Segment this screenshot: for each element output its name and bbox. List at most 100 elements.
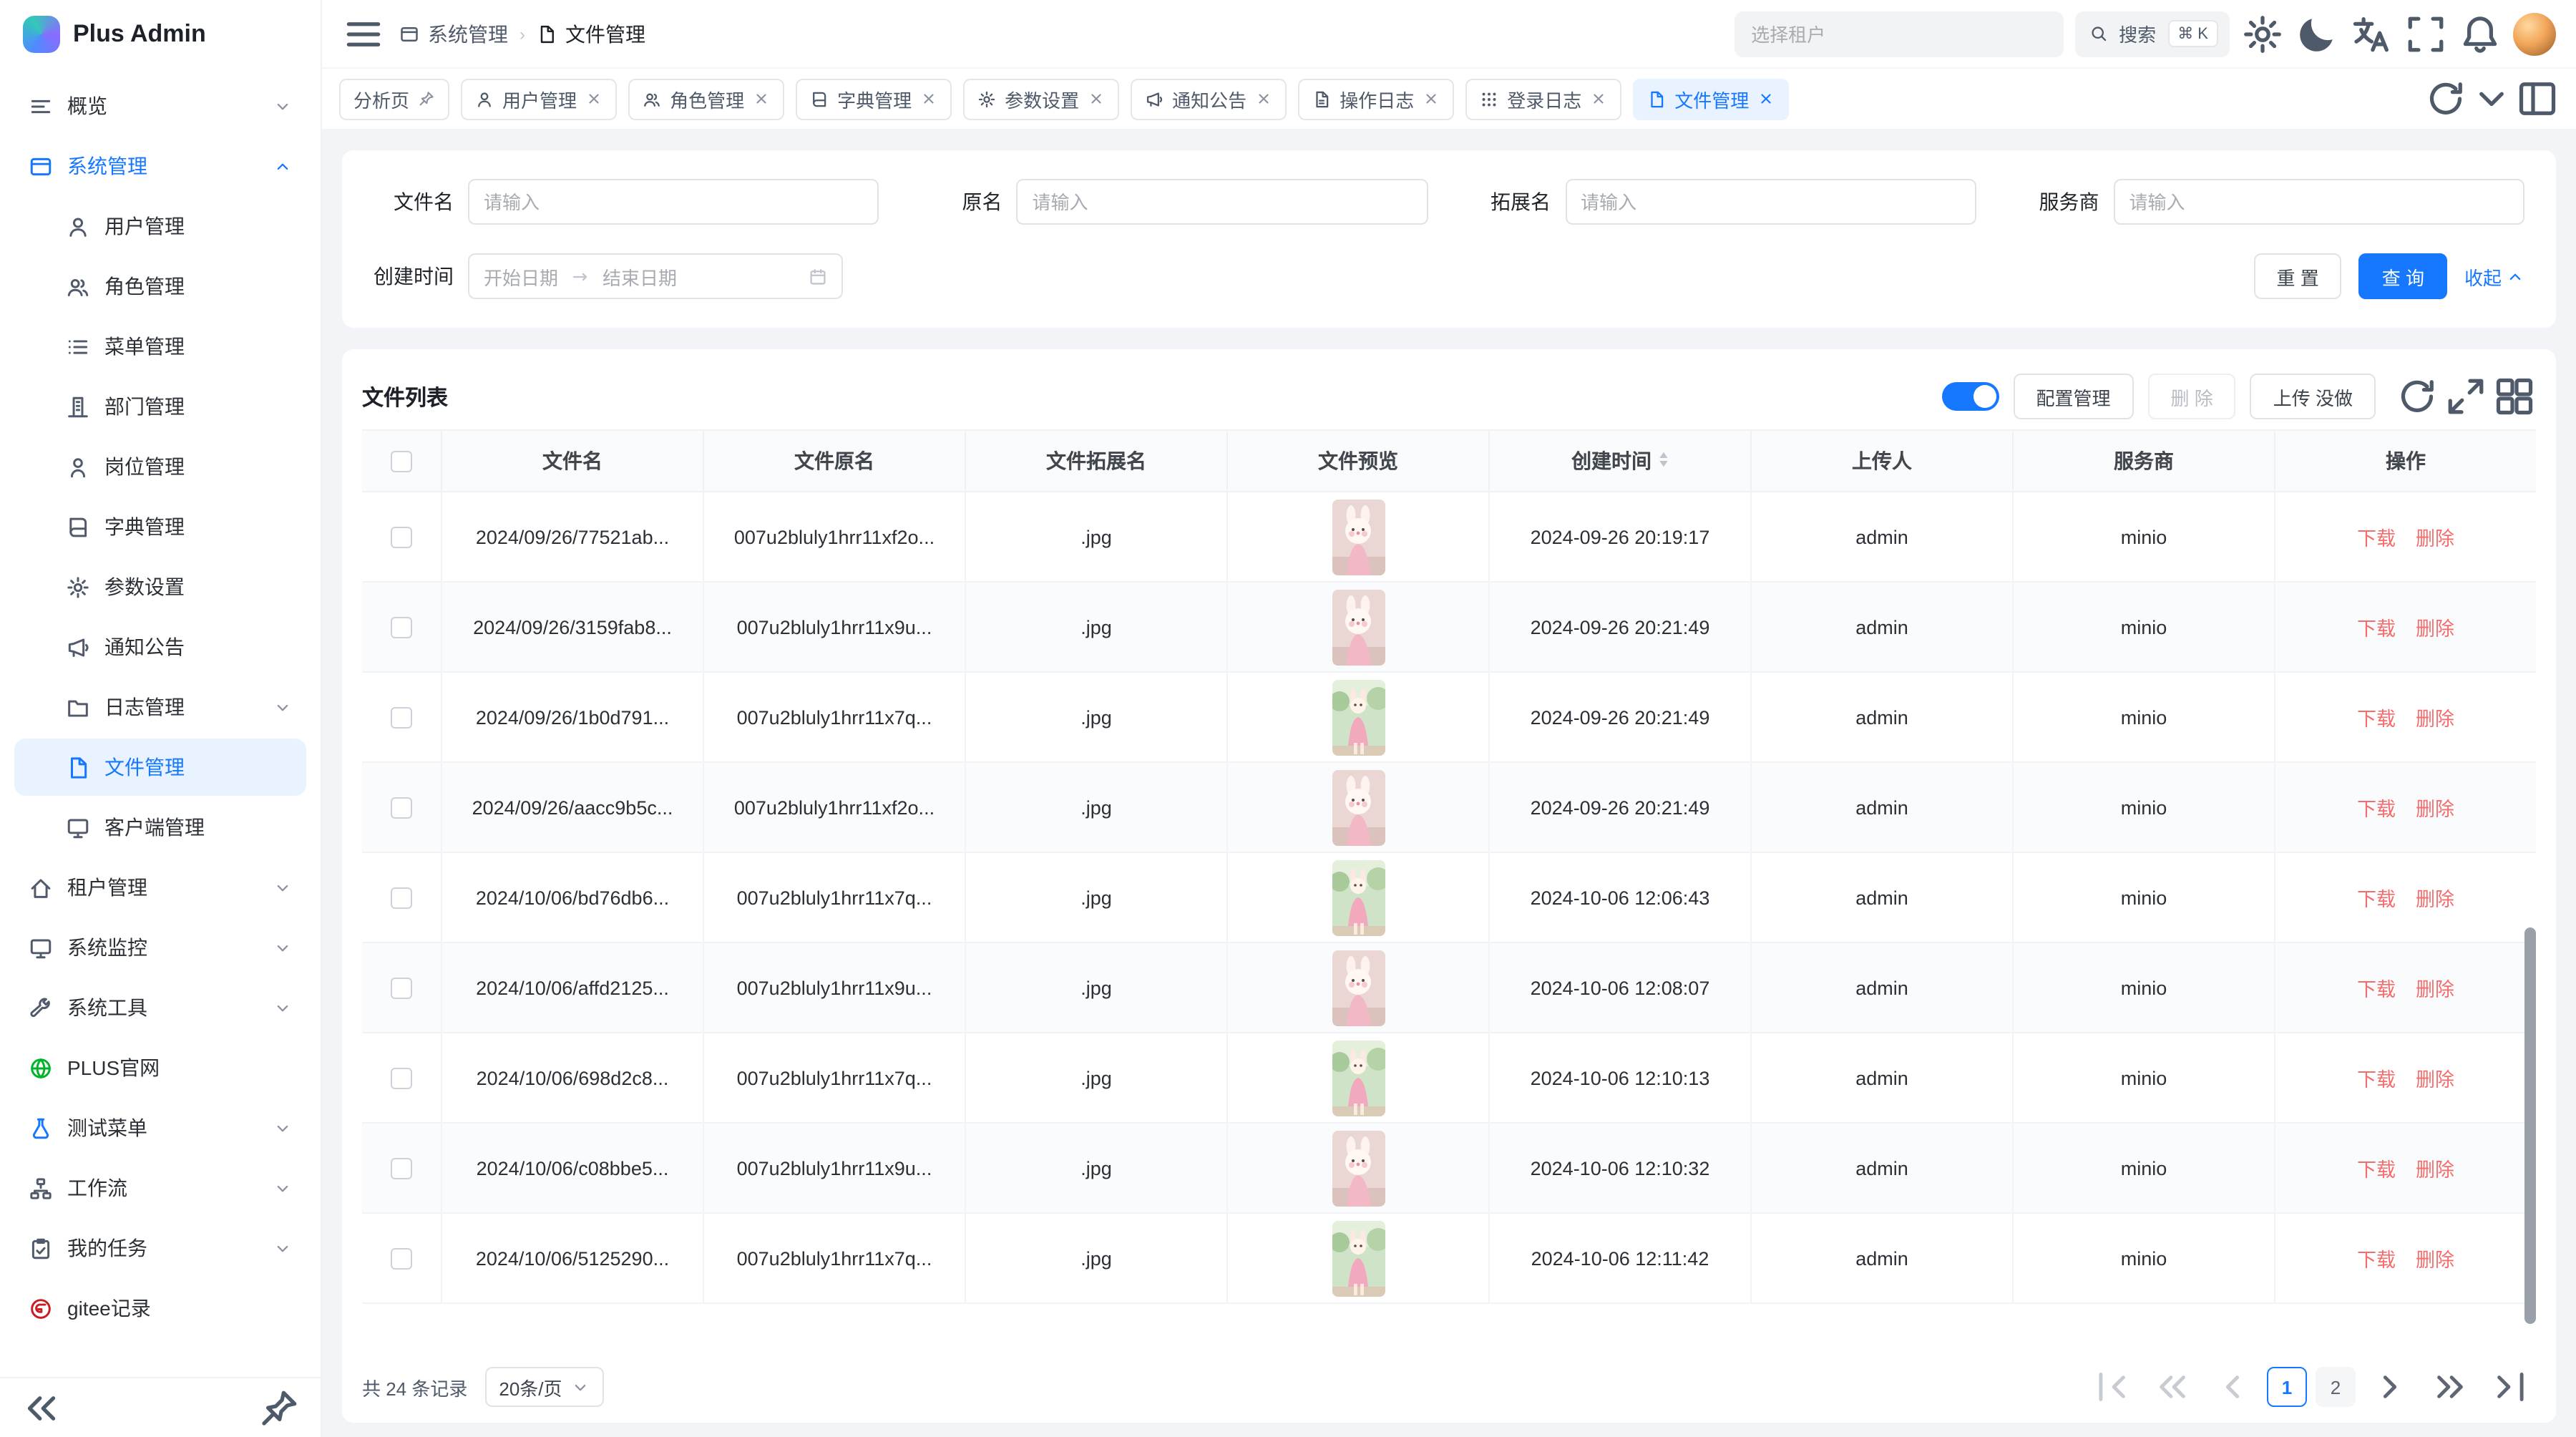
delete-button[interactable]: 删 除 [2148, 374, 2236, 419]
sidebar-item-systool[interactable]: 系统工具 [14, 979, 306, 1036]
sidebar-item-menu[interactable]: 菜单管理 [14, 318, 306, 375]
column-header-创建时间[interactable]: 创建时间▲▼ [1490, 431, 1752, 491]
row-checkbox[interactable] [391, 1067, 412, 1088]
table-row[interactable]: 2024/10/06/affd2125...007u2bluly1hrr11x9… [362, 943, 2536, 1033]
sidebar-item-testmenu[interactable]: 测试菜单 [14, 1099, 306, 1156]
tab-操作日志[interactable]: 操作日志 [1298, 78, 1454, 120]
preview-image[interactable] [1332, 950, 1385, 1026]
sidebar-collapse-button[interactable] [20, 1386, 63, 1429]
preview-image[interactable] [1332, 1220, 1385, 1296]
download-link[interactable]: 下载 [2357, 883, 2396, 912]
vertical-scrollbar-thumb[interactable] [2524, 927, 2536, 1324]
sidebar-item-dept[interactable]: 部门管理 [14, 378, 306, 435]
sidebar-item-gitee[interactable]: gitee记录 [14, 1280, 306, 1337]
download-link[interactable]: 下载 [2357, 1244, 2396, 1272]
tab-登录日志[interactable]: 登录日志 [1465, 78, 1621, 120]
tab-用户管理[interactable]: 用户管理 [461, 78, 617, 120]
list-toggle-switch[interactable] [1941, 382, 1999, 411]
config-management-button[interactable]: 配置管理 [2013, 374, 2133, 419]
settings-gear-icon[interactable] [2241, 12, 2284, 55]
row-checkbox[interactable] [391, 1157, 412, 1179]
date-range-picker[interactable]: 开始日期 结束日期 [468, 253, 843, 299]
pin-icon[interactable] [418, 90, 435, 107]
tabs-dropdown-icon[interactable] [2470, 77, 2513, 120]
close-tab-icon[interactable] [1255, 90, 1272, 107]
row-checkbox[interactable] [391, 887, 412, 908]
global-search-button[interactable]: 搜索 ⌘ K [2074, 11, 2230, 57]
row-checkbox[interactable] [391, 706, 412, 728]
sidebar-item-param[interactable]: 参数设置 [14, 558, 306, 615]
tab-参数设置[interactable]: 参数设置 [963, 78, 1119, 120]
row-checkbox[interactable] [391, 1247, 412, 1269]
collapse-filter-link[interactable]: 收起 [2464, 263, 2524, 290]
provider-input[interactable] [2114, 179, 2525, 225]
delete-link[interactable]: 删除 [2416, 522, 2454, 551]
expand-table-icon[interactable] [2444, 375, 2487, 418]
delete-link[interactable]: 删除 [2416, 1244, 2454, 1272]
table-row[interactable]: 2024/09/26/aacc9b5c...007u2bluly1hrr11xf… [362, 763, 2536, 853]
table-row[interactable]: 2024/09/26/77521ab...007u2bluly1hrr11xf2… [362, 492, 2536, 583]
page-button-1[interactable]: 1 [2267, 1367, 2307, 1407]
table-row[interactable]: 2024/10/06/698d2c8...007u2bluly1hrr11x7q… [362, 1033, 2536, 1124]
preview-image[interactable] [1332, 1040, 1385, 1116]
reset-button[interactable]: 重 置 [2253, 253, 2341, 299]
translate-icon[interactable] [2350, 12, 2393, 55]
preview-image[interactable] [1332, 499, 1385, 575]
hamburger-menu-icon[interactable] [342, 12, 385, 55]
sidebar-item-post[interactable]: 岗位管理 [14, 438, 306, 495]
row-checkbox[interactable] [391, 977, 412, 998]
download-link[interactable]: 下载 [2357, 1154, 2396, 1182]
query-button[interactable]: 查 询 [2359, 253, 2447, 299]
sidebar-item-sysmon[interactable]: 系统监控 [14, 919, 306, 976]
preview-image[interactable] [1332, 769, 1385, 845]
filename-input[interactable] [468, 179, 879, 225]
extension-input[interactable] [1565, 179, 1976, 225]
sidebar-item-dict[interactable]: 字典管理 [14, 498, 306, 555]
table-row[interactable]: 2024/09/26/1b0d791...007u2bluly1hrr11x7q… [362, 673, 2536, 763]
select-all-checkbox[interactable] [391, 450, 412, 472]
tab-分析页[interactable]: 分析页 [339, 78, 449, 120]
sidebar-item-system[interactable]: 系统管理 [14, 137, 306, 195]
download-link[interactable]: 下载 [2357, 1063, 2396, 1092]
delete-link[interactable]: 删除 [2416, 793, 2454, 822]
tab-字典管理[interactable]: 字典管理 [796, 78, 952, 120]
preview-image[interactable] [1332, 679, 1385, 755]
sidebar-item-filemgr[interactable]: 文件管理 [14, 739, 306, 796]
fullscreen-icon[interactable] [2404, 12, 2447, 55]
preview-image[interactable] [1332, 589, 1385, 665]
tab-角色管理[interactable]: 角色管理 [628, 78, 784, 120]
sort-icons[interactable]: ▲▼ [1659, 452, 1669, 469]
sidebar-item-notice[interactable]: 通知公告 [14, 618, 306, 676]
close-tab-icon[interactable] [1088, 90, 1105, 107]
tenant-select[interactable]: 选择租户 [1734, 11, 2063, 57]
sidebar-item-user[interactable]: 用户管理 [14, 198, 306, 255]
preview-image[interactable] [1332, 859, 1385, 935]
delete-link[interactable]: 删除 [2416, 1063, 2454, 1092]
delete-link[interactable]: 删除 [2416, 703, 2454, 731]
sidebar-item-plus-site[interactable]: PLUS官网 [14, 1039, 306, 1096]
row-checkbox[interactable] [391, 797, 412, 818]
row-checkbox[interactable] [391, 526, 412, 547]
notification-bell-icon[interactable] [2459, 12, 2502, 55]
breadcrumb-item-system[interactable]: 系统管理 [399, 19, 508, 48]
delete-link[interactable]: 删除 [2416, 613, 2454, 641]
column-settings-grid-icon[interactable] [2493, 375, 2536, 418]
previous-page-button[interactable] [2207, 1367, 2258, 1407]
sidebar-item-client[interactable]: 客户端管理 [14, 799, 306, 856]
refresh-table-icon[interactable] [2396, 375, 2439, 418]
download-link[interactable]: 下载 [2357, 522, 2396, 551]
sidebar-item-overview[interactable]: 概览 [14, 77, 306, 135]
layout-columns-icon[interactable] [2516, 77, 2559, 120]
download-link[interactable]: 下载 [2357, 703, 2396, 731]
delete-link[interactable]: 删除 [2416, 1154, 2454, 1182]
last-page-button[interactable] [2484, 1367, 2536, 1407]
download-link[interactable]: 下载 [2357, 973, 2396, 1002]
next-page-button[interactable] [2364, 1367, 2416, 1407]
refresh-page-icon[interactable] [2424, 77, 2467, 120]
upload-button[interactable]: 上传 没做 [2250, 374, 2376, 419]
preview-image[interactable] [1332, 1130, 1385, 1206]
close-tab-icon[interactable] [1757, 90, 1775, 107]
dark-mode-moon-icon[interactable] [2296, 12, 2338, 55]
sidebar-item-workflow[interactable]: 工作流 [14, 1159, 306, 1217]
table-row[interactable]: 2024/10/06/bd76db6...007u2bluly1hrr11x7q… [362, 853, 2536, 943]
